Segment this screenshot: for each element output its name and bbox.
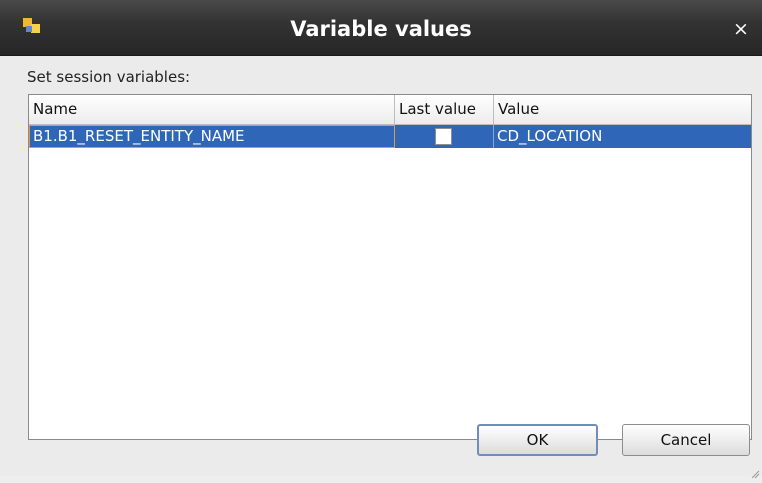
last-value-cell[interactable] bbox=[395, 125, 494, 148]
table-row[interactable]: B1.B1_RESET_ENTITY_NAME CD_LOCATION bbox=[29, 125, 751, 148]
cancel-button[interactable]: Cancel bbox=[622, 424, 750, 456]
column-header-name[interactable]: Name bbox=[29, 95, 395, 124]
variables-table: Name Last value Value B1.B1_RESET_ENTITY… bbox=[28, 94, 752, 440]
ok-button[interactable]: OK bbox=[477, 424, 598, 456]
session-variables-label: Set session variables: bbox=[27, 68, 191, 86]
resize-grip-icon[interactable] bbox=[750, 464, 760, 479]
dialog-title: Variable values bbox=[290, 17, 472, 41]
close-icon[interactable]: × bbox=[732, 20, 750, 39]
column-header-value[interactable]: Value bbox=[494, 95, 751, 124]
last-value-checkbox[interactable] bbox=[435, 128, 452, 145]
variable-value-cell[interactable]: CD_LOCATION bbox=[494, 125, 751, 148]
variable-name-cell[interactable]: B1.B1_RESET_ENTITY_NAME bbox=[29, 125, 395, 148]
title-bar[interactable]: Variable values × bbox=[0, 0, 762, 56]
variable-values-dialog: Variable values × Set session variables:… bbox=[0, 0, 762, 479]
column-header-last-value[interactable]: Last value bbox=[395, 95, 494, 124]
dialog-content: Set session variables: Name Last value V… bbox=[0, 56, 762, 479]
table-header: Name Last value Value bbox=[29, 95, 751, 125]
